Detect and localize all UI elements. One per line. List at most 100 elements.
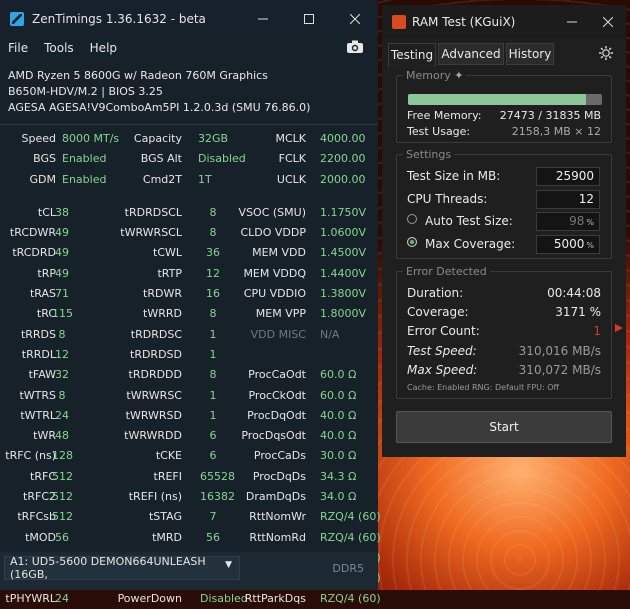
cpu-threads-label: CPU Threads: bbox=[407, 192, 488, 206]
gear-icon bbox=[599, 46, 613, 60]
auto-test-size-radio[interactable] bbox=[407, 214, 417, 224]
menu-tools[interactable]: Tools bbox=[44, 41, 74, 55]
close-button[interactable] bbox=[332, 0, 378, 38]
menu-bar: File Tools Help bbox=[0, 38, 378, 58]
timing-label-3: VSOC (SMU) bbox=[238, 205, 306, 219]
top-label-1: BGS bbox=[33, 152, 56, 166]
timing-value-2: 16382 bbox=[200, 490, 235, 504]
tab-bar: Testing Advanced History bbox=[382, 43, 626, 67]
timing-label-2: tRDRDDD bbox=[128, 368, 182, 382]
timing-row: tWR 48 tWRWRDD 6 ProcDqsOdt 40.0 Ω bbox=[0, 426, 378, 446]
timing-label-2: tRDRDSCL bbox=[124, 205, 182, 219]
top-value-1: Enabled bbox=[62, 172, 107, 186]
ramtest-titlebar: RAM Test (KGuiX) bbox=[382, 5, 626, 39]
timing-value-2: 1 bbox=[209, 347, 217, 361]
timing-label-2: tWRWRSCL bbox=[120, 226, 182, 240]
timing-label-3: ProcDqsOdt bbox=[241, 429, 306, 443]
timing-value-2: 7 bbox=[209, 510, 217, 524]
timing-value-3: 1.0600V bbox=[320, 226, 367, 240]
timing-row: tWTRL 24 tWRWRSD 1 ProcDqOdt 40.0 Ω bbox=[0, 406, 378, 426]
menu-file[interactable]: File bbox=[8, 41, 28, 55]
status-footer: A1: UD5-5600 DEMON664UNLEASH (16GB, ▼ DD… bbox=[0, 552, 378, 590]
max-coverage-label: Max Coverage: bbox=[425, 237, 516, 251]
tab-history[interactable]: History bbox=[506, 43, 554, 65]
timing-row: tRRDL 12 tRDRDSD 1 bbox=[0, 345, 378, 365]
auto-test-size-input[interactable]: 98% bbox=[536, 212, 600, 231]
timing-value-1: 128 bbox=[52, 449, 73, 463]
top-label-2: Cmd2T bbox=[142, 172, 182, 186]
error-group: Error Detected Duration: 00:44:08 Covera… bbox=[396, 265, 612, 399]
timing-value-1: 24 bbox=[55, 408, 69, 422]
timing-value-1: 56 bbox=[55, 530, 69, 544]
ramtest-minimize-button[interactable] bbox=[554, 5, 590, 39]
max-coverage-radio[interactable] bbox=[407, 237, 417, 247]
timing-value-3: RZQ/4 (60) bbox=[320, 591, 381, 605]
timing-value-1: 24 bbox=[55, 591, 69, 605]
timing-label-3: DramDqDs bbox=[245, 490, 306, 504]
timing-row: tPHYWRL 24 PowerDown Disabled RttParkDqs RZQ/… bbox=[0, 589, 381, 609]
test-size-input[interactable]: 25900 bbox=[536, 167, 600, 186]
timing-value-3: 34.0 Ω bbox=[320, 490, 357, 504]
max-coverage-input[interactable]: 5000% bbox=[536, 235, 600, 254]
timing-label-3: ProcDqOdt bbox=[247, 408, 306, 422]
timing-label-2: tRDRDSC bbox=[130, 327, 182, 341]
timing-value-3: 60.0 Ω bbox=[320, 388, 357, 402]
error-count-label: Error Count: bbox=[407, 324, 480, 338]
agesa-version: AGESA AGESA!V9ComboAm5PI 1.2.0.3d (SMU 7… bbox=[8, 101, 311, 114]
timing-label-2: tWRWRDD bbox=[124, 429, 182, 443]
timing-row: tRCDWR 49 tWRWRSCL 8 CLDO VDDP 1.0600V bbox=[0, 223, 378, 243]
timing-value-2: 6 bbox=[209, 449, 217, 463]
timing-label-1: tRFCsb bbox=[17, 510, 56, 524]
timing-value-1: 48 bbox=[55, 429, 69, 443]
timing-label-3: ProcCkOdt bbox=[248, 388, 306, 402]
dimm-select[interactable]: A1: UD5-5600 DEMON664UNLEASH (16GB, ▼ bbox=[4, 555, 240, 581]
timing-label-3: MEM VPP bbox=[255, 307, 306, 321]
timing-row: tRC 115 tWRRD 8 MEM VPP 1.8000V bbox=[0, 304, 378, 324]
timing-value-2: 56 bbox=[206, 530, 220, 544]
timing-label-2: tRDWR bbox=[143, 287, 182, 301]
timing-label-3: MEM VDD bbox=[252, 246, 306, 260]
divider bbox=[0, 124, 378, 125]
ramtest-app-icon bbox=[392, 15, 406, 29]
cpu-threads-input[interactable]: 12 bbox=[536, 190, 600, 209]
top-label-2: BGS Alt bbox=[140, 152, 182, 166]
timing-value-1: 115 bbox=[52, 307, 73, 321]
timing-label-3: CLDO VDDP bbox=[240, 226, 306, 240]
settings-group-title: Settings bbox=[403, 148, 455, 161]
settings-group: Settings Test Size in MB: 25900 CPU Thre… bbox=[396, 148, 612, 259]
timing-row: tRFC2 512 tREFI (ns) 16382 DramDqDs 34.0 Ω bbox=[0, 487, 378, 507]
timing-row: tMOD 56 tMRD 56 RttNomRd RZQ/4 (60) bbox=[0, 528, 381, 548]
test-speed-value: 310,016 MB/s bbox=[518, 344, 601, 358]
tab-advanced[interactable]: Advanced bbox=[438, 43, 504, 65]
minimize-button[interactable] bbox=[240, 0, 286, 38]
timing-label-2: tRTP bbox=[157, 266, 182, 280]
timing-label-2: tREFI (ns) bbox=[128, 490, 182, 504]
timing-label-3: ProcDqDs bbox=[252, 469, 306, 483]
timing-value-3: RZQ/4 (60) bbox=[320, 530, 381, 544]
ramtest-close-button[interactable] bbox=[590, 5, 626, 39]
timing-label-1: tRRDL bbox=[21, 347, 56, 361]
timing-value-2: 8 bbox=[209, 205, 217, 219]
timing-value-2: Disabled bbox=[200, 591, 248, 605]
timing-label-1: tRCDRD bbox=[12, 246, 56, 260]
error-count-value: 1 bbox=[593, 324, 601, 338]
screenshot-button[interactable] bbox=[346, 39, 364, 57]
menu-help[interactable]: Help bbox=[90, 41, 117, 55]
settings-button[interactable] bbox=[598, 45, 614, 64]
start-button[interactable]: Start bbox=[396, 411, 612, 443]
coverage-label: Coverage: bbox=[407, 305, 469, 319]
timing-value-1: 38 bbox=[55, 205, 69, 219]
top-label-3: FCLK bbox=[278, 152, 306, 166]
top-label-1: Speed bbox=[21, 132, 56, 145]
tab-testing[interactable]: Testing bbox=[388, 43, 436, 67]
top-value-3: 2200.00 bbox=[320, 152, 366, 166]
timing-value-3: N/A bbox=[320, 327, 340, 341]
timing-row: tRFC 512 tREFI 65528 ProcDqDs 34.3 Ω bbox=[0, 467, 378, 487]
timing-value-3: 40.0 Ω bbox=[320, 408, 357, 422]
timing-row: tCL 38 tRDRDSCL 8 VSOC (SMU) 1.1750V bbox=[0, 203, 378, 223]
top-value-3: 2000.00 bbox=[320, 172, 366, 186]
timing-value-3: 1.1750V bbox=[320, 205, 367, 219]
timing-label-3: ProcCaDs bbox=[253, 449, 306, 463]
maximize-button[interactable] bbox=[286, 0, 332, 38]
timing-label-3: RttNomWr bbox=[249, 510, 306, 524]
